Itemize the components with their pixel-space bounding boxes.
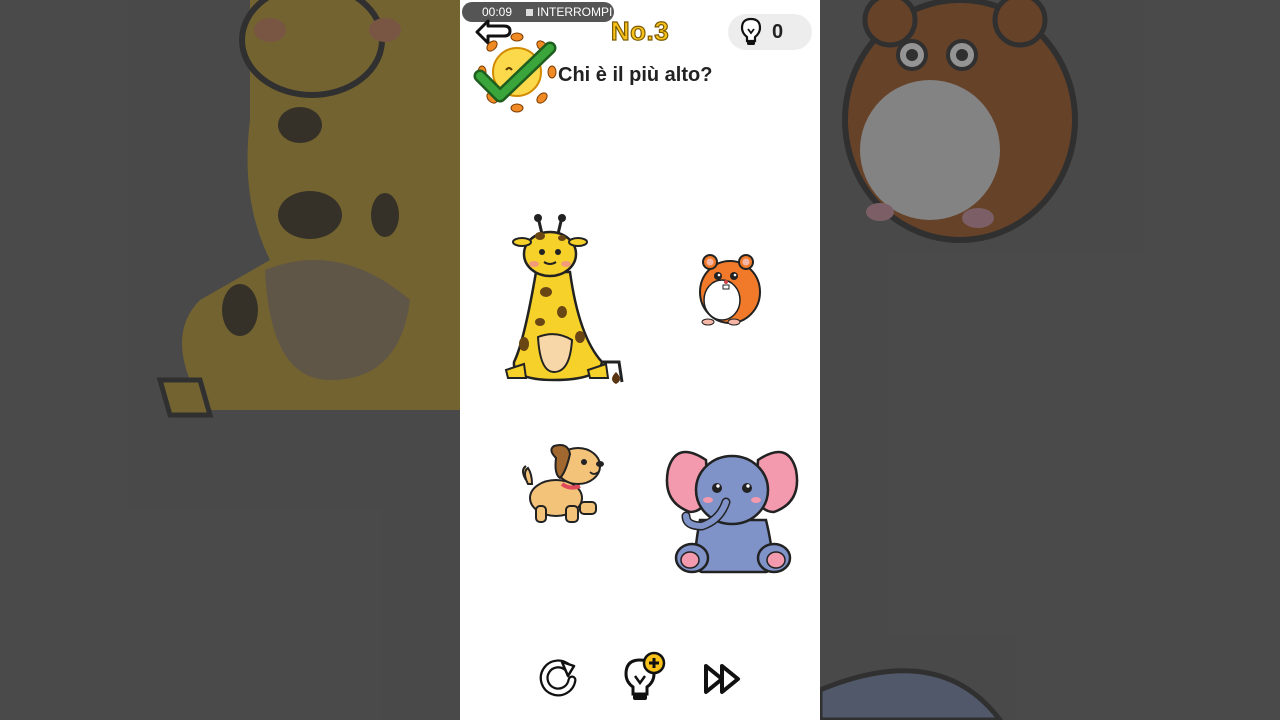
get-hint-button[interactable] bbox=[618, 650, 670, 704]
stop-icon bbox=[526, 8, 533, 16]
hint-count: 0 bbox=[772, 20, 784, 43]
correct-answer-badge bbox=[473, 32, 557, 113]
skip-level-button[interactable] bbox=[700, 656, 746, 702]
dog-choice[interactable] bbox=[518, 444, 610, 526]
level-number: No.3 bbox=[610, 15, 670, 46]
lightbulb-icon bbox=[740, 17, 762, 45]
elephant-choice[interactable] bbox=[662, 440, 802, 580]
giraffe-choice[interactable] bbox=[504, 212, 624, 387]
restart-button[interactable] bbox=[536, 656, 582, 702]
question-text: Chi è il più alto? bbox=[558, 64, 713, 86]
game-screen: 00:09 INTERROMPI No.3 0 Chi è il più alt… bbox=[460, 0, 820, 720]
background-right-panel bbox=[820, 0, 1280, 720]
restart-icon bbox=[539, 659, 577, 697]
hint-counter-button[interactable]: 0 bbox=[728, 14, 812, 50]
hint-plus-icon bbox=[624, 651, 666, 700]
background-dim-overlay bbox=[820, 0, 1280, 720]
background-dim-overlay bbox=[0, 0, 460, 720]
background-left-panel bbox=[0, 0, 460, 720]
skip-icon bbox=[704, 664, 740, 694]
hamster-choice[interactable] bbox=[694, 250, 766, 326]
